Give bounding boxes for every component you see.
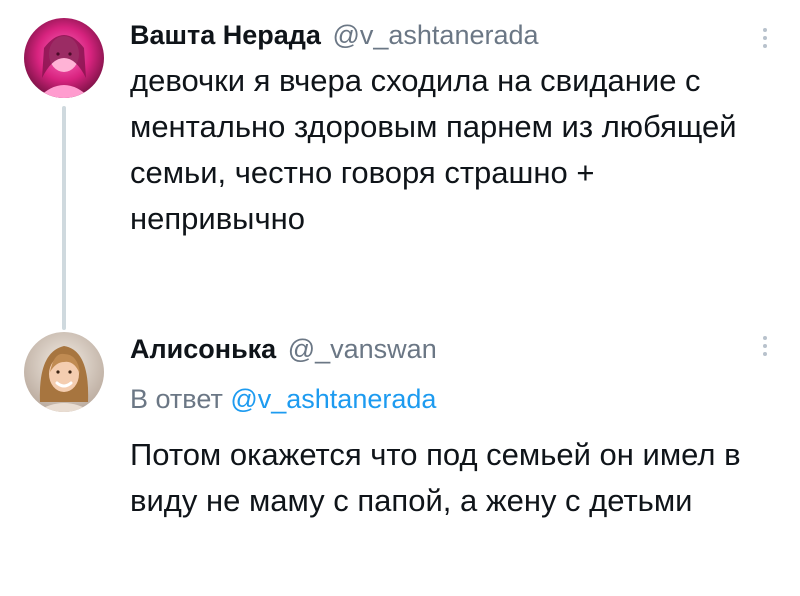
author-display-name[interactable]: Вашта Нерада [130,20,321,50]
tweet-text: девочки я вчера сходила на свидание с ме… [130,63,737,236]
tweet-original[interactable]: Вашта Нерада @v_ashtanerada девочки я вч… [0,0,800,330]
author-handle[interactable]: @v_ashtanerada [332,20,538,50]
author-handle[interactable]: @_vanswan [288,334,437,364]
reply-to-handle-link[interactable]: @v_ashtanerada [230,384,436,414]
avatar[interactable] [24,332,104,412]
reply-context: В ответ @v_ashtanerada [130,382,760,416]
tweet-reply[interactable]: Алисонька @_vanswan В ответ @v_ashtanera… [0,320,800,596]
avatar[interactable] [24,18,104,98]
tweet-header: Вашта Нерада @v_ashtanerada [130,18,760,52]
avatar-image-icon [24,18,104,98]
avatar-image-icon [24,332,104,412]
reply-prefix: В ответ [130,384,223,414]
more-vertical-icon[interactable] [760,336,770,356]
tweet-text: Потом окажется что под семьей он имел в … [130,437,741,518]
tweet-header: Алисонька @_vanswan [130,332,760,366]
author-display-name[interactable]: Алисонька [130,334,276,364]
more-vertical-icon[interactable] [760,28,770,48]
thread-connector-line [62,106,66,330]
